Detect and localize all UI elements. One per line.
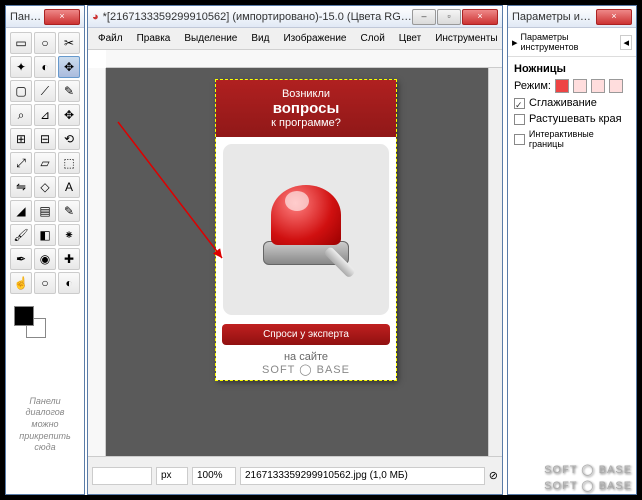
tool-rotate[interactable]: ⟲ xyxy=(58,128,80,150)
toolbox-title: Панель инстр... xyxy=(10,11,44,23)
tool-smudge[interactable]: ☝ xyxy=(10,272,32,294)
mode-subtract[interactable] xyxy=(591,79,605,93)
tool-airbrush[interactable]: ⁕ xyxy=(58,224,80,246)
antialias-label: Сглаживание xyxy=(529,97,597,109)
canvas[interactable]: Возникли вопросы к программе? Спроси у э… xyxy=(216,80,396,380)
close-icon[interactable]: × xyxy=(596,9,632,25)
alarm-icon xyxy=(261,185,351,275)
image-titlebar[interactable]: ◕ *[2167133359299910562] (импортировано)… xyxy=(88,6,502,28)
feather-label: Растушевать края xyxy=(529,113,622,125)
tool-crop[interactable]: ⊟ xyxy=(34,128,56,150)
fg-color[interactable] xyxy=(14,306,34,326)
tool-free-select[interactable]: ✂ xyxy=(58,32,80,54)
close-icon[interactable]: × xyxy=(44,9,80,25)
gimp-icon: ◕ xyxy=(92,11,99,23)
tool-options-window: Параметры инструментов × ▸ Параметры инс… xyxy=(507,5,637,495)
image-title: *[2167133359299910562] (импортировано)-1… xyxy=(103,11,412,23)
mode-label: Режим: xyxy=(514,80,551,92)
tool-picker[interactable]: ✎ xyxy=(58,80,80,102)
interactive-label: Интерактивные границы xyxy=(529,129,630,149)
tool-text[interactable]: A xyxy=(58,176,80,198)
menu-layer[interactable]: Слой xyxy=(354,31,390,46)
tool-brush[interactable]: 🖌 xyxy=(10,224,32,246)
tool-dodge[interactable]: ◐ xyxy=(58,272,80,294)
feather-checkbox[interactable] xyxy=(514,114,525,125)
image-window: ◕ *[2167133359299910562] (импортировано)… xyxy=(87,5,503,495)
tool-clone[interactable]: ◉ xyxy=(34,248,56,270)
menu-colors[interactable]: Цвет xyxy=(393,31,427,46)
tool-measure[interactable]: ⊿ xyxy=(34,104,56,126)
tool-eraser[interactable]: ◧ xyxy=(34,224,56,246)
tool-bucket[interactable]: ◢ xyxy=(10,200,32,222)
tool-heal[interactable]: ✚ xyxy=(58,248,80,270)
maximize-button[interactable]: ▫ xyxy=(437,9,461,25)
toolbox-window: Панель инстр... × ▭ ○ ✂ ✦ ◐ ✥ ▢ ⟋ ✎ ⌕ ⊿ … xyxy=(5,5,85,495)
tool-flip[interactable]: ⇋ xyxy=(10,176,32,198)
ruler-vertical[interactable] xyxy=(88,68,106,456)
status-zoom[interactable]: 100% xyxy=(192,467,236,485)
tool-zoom[interactable]: ⌕ xyxy=(10,104,32,126)
minimize-button[interactable]: – xyxy=(412,9,436,25)
tool-name: Ножницы xyxy=(514,63,566,75)
tool-perspective[interactable]: ⬚ xyxy=(58,152,80,174)
tool-align[interactable]: ⊞ xyxy=(10,128,32,150)
dock-hint: Панели диалогов можно прикрепить сюда xyxy=(12,396,78,454)
params-title: Параметры инструментов xyxy=(512,11,596,23)
status-coords xyxy=(92,467,152,485)
menu-select[interactable]: Выделение xyxy=(178,31,243,46)
tool-move[interactable]: ✥ xyxy=(58,104,80,126)
tool-grid: ▭ ○ ✂ ✦ ◐ ✥ ▢ ⟋ ✎ ⌕ ⊿ ✥ ⊞ ⊟ ⟲ ⤢ ▱ ⬚ ⇋ ◇ … xyxy=(6,28,84,298)
tool-ellipse-select[interactable]: ○ xyxy=(34,32,56,54)
status-cancel-icon[interactable]: ⊘ xyxy=(489,469,498,482)
params-titlebar[interactable]: Параметры инструментов × xyxy=(508,6,636,28)
tab-menu-icon[interactable]: ◂ xyxy=(620,35,632,50)
status-bar: px 100% 2167133359299910562.jpg (1,0 МБ)… xyxy=(88,456,502,494)
tool-blur[interactable]: ○ xyxy=(34,272,56,294)
tool-color-select[interactable]: ◐ xyxy=(34,56,56,78)
toolbox-titlebar[interactable]: Панель инстр... × xyxy=(6,6,84,28)
menu-view[interactable]: Вид xyxy=(245,31,275,46)
antialias-checkbox[interactable] xyxy=(514,98,525,109)
tool-paths[interactable]: ⟋ xyxy=(34,80,56,102)
params-body: Ножницы Режим: Сглаживание Растушевать к… xyxy=(508,57,636,159)
tool-foreground[interactable]: ▢ xyxy=(10,80,32,102)
scrollbar-vertical[interactable] xyxy=(488,68,502,456)
close-button[interactable]: × xyxy=(462,9,498,25)
tool-scissors[interactable]: ✥ xyxy=(58,56,80,78)
tool-pencil[interactable]: ✎ xyxy=(58,200,80,222)
status-file: 2167133359299910562.jpg (1,0 МБ) xyxy=(240,467,485,485)
tool-rect-select[interactable]: ▭ xyxy=(10,32,32,54)
params-tab[interactable]: Параметры инструментов xyxy=(521,32,621,52)
menu-file[interactable]: Файл xyxy=(92,31,129,46)
mode-add[interactable] xyxy=(573,79,587,93)
tool-cage[interactable]: ◇ xyxy=(34,176,56,198)
menu-edit[interactable]: Правка xyxy=(131,31,177,46)
watermark: SOFT ◯ BASESOFT ◯ BASE xyxy=(544,463,632,494)
menu-image[interactable]: Изображение xyxy=(277,31,352,46)
menu-tools[interactable]: Инструменты xyxy=(429,31,503,46)
canvas-area[interactable]: Возникли вопросы к программе? Спроси у э… xyxy=(106,68,488,456)
interactive-checkbox[interactable] xyxy=(514,134,525,145)
tool-blend[interactable]: ▤ xyxy=(34,200,56,222)
tool-shear[interactable]: ▱ xyxy=(34,152,56,174)
ruler-horizontal[interactable] xyxy=(106,50,502,68)
status-unit[interactable]: px xyxy=(156,467,188,485)
tool-fuzzy-select[interactable]: ✦ xyxy=(10,56,32,78)
tool-scale[interactable]: ⤢ xyxy=(10,152,32,174)
menu-bar: Файл Правка Выделение Вид Изображение Сл… xyxy=(88,28,502,50)
color-swatches[interactable] xyxy=(14,306,54,338)
mode-replace[interactable] xyxy=(555,79,569,93)
tool-ink[interactable]: ✒ xyxy=(10,248,32,270)
mode-intersect[interactable] xyxy=(609,79,623,93)
tab-icon: ▸ xyxy=(512,36,518,49)
